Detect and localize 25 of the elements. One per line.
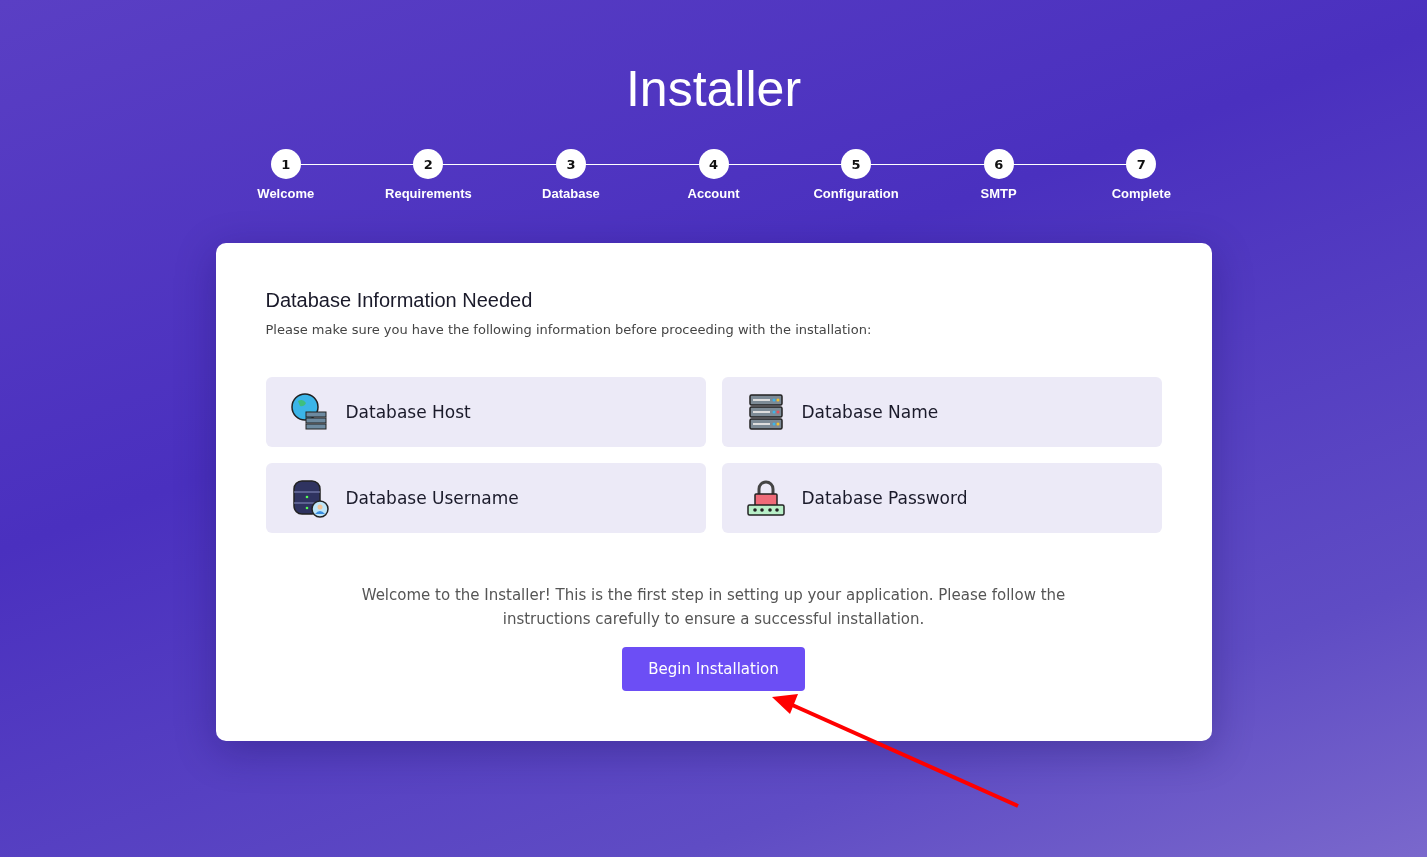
step-number: 6 xyxy=(983,149,1014,179)
step-number: 5 xyxy=(841,149,872,179)
step-number: 1 xyxy=(270,149,301,179)
begin-installation-button[interactable]: Begin Installation xyxy=(622,647,805,691)
step-label: Complete xyxy=(1111,186,1171,201)
padlock-password-icon xyxy=(745,478,786,518)
step-label: Welcome xyxy=(257,186,315,201)
page-title: Installer xyxy=(625,60,802,119)
step-label: Database xyxy=(542,186,600,201)
requirement-label: Database Name xyxy=(801,402,939,422)
welcome-message: Welcome to the Installer! This is the first step in setting up your application. Please follow the instructions carefully to ensure a successful installation. xyxy=(360,585,1067,630)
step-number: 7 xyxy=(1126,149,1157,179)
globe-server-icon xyxy=(289,392,330,432)
step-label: Account xyxy=(687,186,740,201)
step-number: 4 xyxy=(698,149,729,179)
card-subtitle: Please make sure you have the following information before proceeding with the installation: xyxy=(265,322,873,337)
requirement-label: Database Password xyxy=(801,488,968,508)
step-label: Requirements xyxy=(385,186,472,201)
card-heading: Database Information Needed xyxy=(265,289,534,312)
step-label: Configuration xyxy=(813,186,899,201)
step-label: SMTP xyxy=(980,186,1017,201)
step-number: 2 xyxy=(413,149,444,179)
requirement-label: Database Host xyxy=(345,402,471,422)
requirement-label: Database Username xyxy=(345,488,519,508)
step-number: 3 xyxy=(555,149,586,179)
